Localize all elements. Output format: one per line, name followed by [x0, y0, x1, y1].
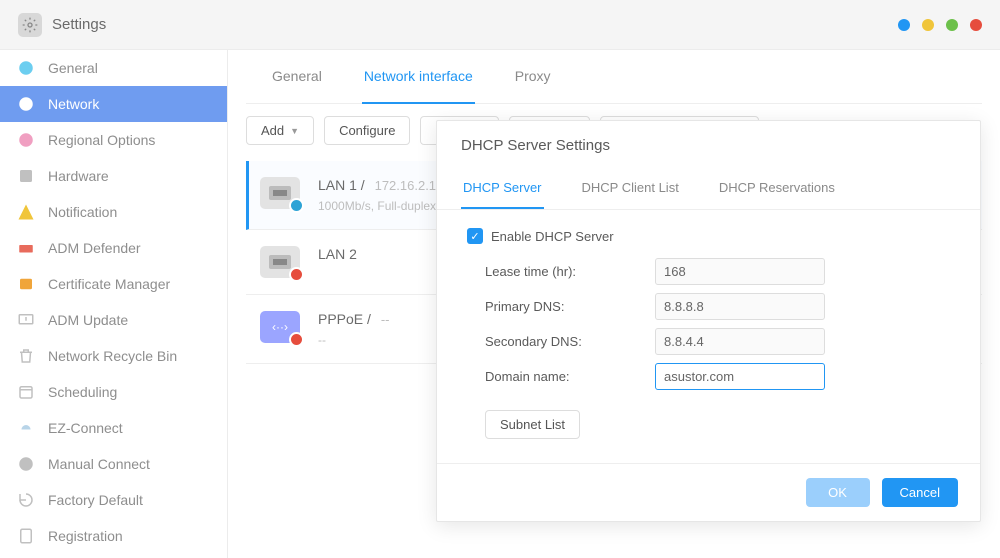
sidebar-item-manual[interactable]: Manual Connect: [0, 446, 227, 482]
tab-dhcp-server[interactable]: DHCP Server: [461, 168, 544, 209]
subnet-list-button[interactable]: Subnet List: [485, 410, 580, 439]
enable-dhcp-label: Enable DHCP Server: [491, 229, 614, 244]
sidebar-item-scheduling[interactable]: Scheduling: [0, 374, 227, 410]
interface-name: LAN 2: [318, 246, 357, 262]
cancel-button[interactable]: Cancel: [882, 478, 958, 507]
tab-network-interface[interactable]: Network interface: [362, 50, 475, 104]
certificate-icon: [16, 274, 36, 294]
sidebar-label: General: [48, 60, 98, 76]
tab-general[interactable]: General: [270, 50, 324, 104]
add-button[interactable]: Add▼: [246, 116, 314, 145]
primary-dns-input[interactable]: [655, 293, 825, 320]
window-dot-red[interactable]: [970, 19, 982, 31]
window-dot-green[interactable]: [946, 19, 958, 31]
sidebar-label: EZ-Connect: [48, 420, 123, 436]
sidebar-label: Manual Connect: [48, 456, 150, 472]
dialog-footer: OK Cancel: [437, 463, 980, 521]
sidebar-label: Registration: [48, 528, 123, 544]
dialog-title: DHCP Server Settings: [437, 121, 980, 154]
status-error-icon: [289, 267, 304, 282]
sidebar-item-general[interactable]: General: [0, 50, 227, 86]
dialog-tabs: DHCP Server DHCP Client List DHCP Reserv…: [437, 168, 980, 210]
notification-icon: [16, 202, 36, 222]
sidebar-label: Hardware: [48, 168, 109, 184]
sidebar-item-hardware[interactable]: Hardware: [0, 158, 227, 194]
interface-name: PPPoE: [318, 311, 363, 327]
sidebar-item-recycle[interactable]: Network Recycle Bin: [0, 338, 227, 374]
status-error-icon: [289, 332, 304, 347]
sidebar-label: Network: [48, 96, 99, 112]
update-icon: [16, 310, 36, 330]
status-ok-icon: [289, 198, 304, 213]
secondary-dns-label: Secondary DNS:: [485, 334, 655, 349]
sidebar-label: Certificate Manager: [48, 276, 170, 292]
factory-icon: [16, 490, 36, 510]
window-dot-blue[interactable]: [898, 19, 910, 31]
content-tabs: General Network interface Proxy: [246, 50, 982, 104]
scheduling-icon: [16, 382, 36, 402]
lease-time-label: Lease time (hr):: [485, 264, 655, 279]
sidebar-item-certificate[interactable]: Certificate Manager: [0, 266, 227, 302]
window-title: Settings: [52, 16, 106, 33]
pppoe-icon: ‹··›: [260, 311, 300, 343]
sidebar-item-regional[interactable]: Regional Options: [0, 122, 227, 158]
configure-button[interactable]: Configure: [324, 116, 410, 145]
sidebar-label: Factory Default: [48, 492, 143, 508]
dhcp-dialog: DHCP Server Settings DHCP Server DHCP Cl…: [436, 120, 981, 522]
sidebar-label: ADM Update: [48, 312, 128, 328]
sidebar-item-network[interactable]: Network: [0, 86, 227, 122]
ezconnect-icon: [16, 418, 36, 438]
recycle-icon: [16, 346, 36, 366]
interface-name: LAN 1: [318, 177, 357, 193]
hardware-icon: [16, 166, 36, 186]
network-icon: [16, 94, 36, 114]
secondary-dns-input[interactable]: [655, 328, 825, 355]
registration-icon: [16, 526, 36, 546]
settings-icon: [18, 13, 42, 37]
sidebar-label: Network Recycle Bin: [48, 348, 177, 364]
regional-icon: [16, 130, 36, 150]
titlebar: Settings: [0, 0, 1000, 50]
sidebar-label: Regional Options: [48, 132, 155, 148]
primary-dns-label: Primary DNS:: [485, 299, 655, 314]
interface-ip: --: [381, 312, 390, 327]
sidebar-label: Notification: [48, 204, 117, 220]
tab-dhcp-reservations[interactable]: DHCP Reservations: [717, 168, 837, 209]
sidebar-item-defender[interactable]: ADM Defender: [0, 230, 227, 266]
tab-dhcp-client-list[interactable]: DHCP Client List: [580, 168, 681, 209]
chevron-down-icon: ▼: [290, 126, 299, 136]
ok-button[interactable]: OK: [806, 478, 870, 507]
enable-dhcp-checkbox[interactable]: ✓: [467, 228, 483, 244]
sidebar-item-factory[interactable]: Factory Default: [0, 482, 227, 518]
lease-time-input[interactable]: [655, 258, 825, 285]
sidebar-item-registration[interactable]: Registration: [0, 518, 227, 554]
sidebar-label: ADM Defender: [48, 240, 141, 256]
defender-icon: [16, 238, 36, 258]
domain-name-input[interactable]: [655, 363, 825, 390]
manual-icon: [16, 454, 36, 474]
general-icon: [16, 58, 36, 78]
domain-name-label: Domain name:: [485, 369, 655, 384]
interface-ip: 172.16.2.11: [375, 178, 443, 193]
sidebar-label: Scheduling: [48, 384, 117, 400]
window-dot-yellow[interactable]: [922, 19, 934, 31]
tab-proxy[interactable]: Proxy: [513, 50, 553, 104]
ethernet-icon: [260, 177, 300, 209]
sidebar-item-ezconnect[interactable]: EZ-Connect: [0, 410, 227, 446]
ethernet-icon: [260, 246, 300, 278]
sidebar: General Network Regional Options Hardwar…: [0, 50, 228, 558]
window-controls: [898, 19, 982, 31]
sidebar-item-update[interactable]: ADM Update: [0, 302, 227, 338]
sidebar-item-notification[interactable]: Notification: [0, 194, 227, 230]
